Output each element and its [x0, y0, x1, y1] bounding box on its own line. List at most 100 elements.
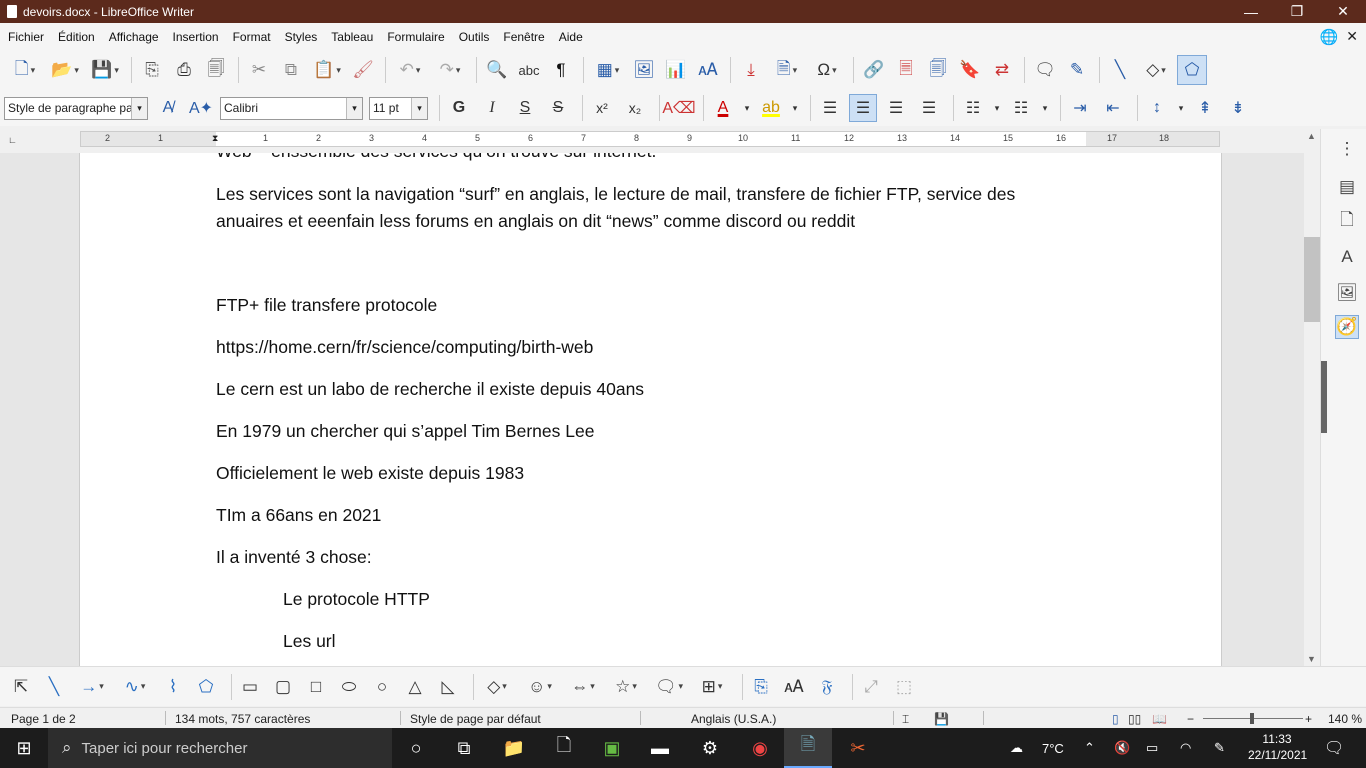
taskbar-search[interactable]: ⌕ Taper ici pour rechercher	[48, 728, 392, 768]
paragraph-style-combo[interactable]: Style de paragraphe par ▾	[4, 96, 148, 120]
font-size-combo[interactable]: 11 pt ▾	[369, 96, 428, 120]
sidebar-menu-icon[interactable]: ⋮	[1335, 137, 1359, 161]
line-icon[interactable]: ╲	[1105, 55, 1135, 85]
textbox-icon[interactable]: 🗚	[781, 674, 807, 700]
globe-icon[interactable]: 🌐	[1320, 28, 1339, 46]
track-changes-icon[interactable]: ✎	[1062, 55, 1092, 85]
highlight-color-icon[interactable]: ab	[757, 94, 785, 122]
circle-icon[interactable]: ○	[369, 674, 395, 700]
unordered-list-icon[interactable]: ☷	[959, 94, 987, 122]
doc-para-services-line1[interactable]: Les services sont la navigation “surf” e…	[216, 181, 1015, 208]
symbol-shapes-icon[interactable]: ☺	[522, 674, 558, 700]
comment-icon[interactable]: 🗨	[1030, 55, 1060, 85]
battery-icon[interactable]: ▭	[1146, 728, 1158, 768]
new-style-icon[interactable]: A✦	[187, 94, 215, 122]
save-icon[interactable]: 💾	[86, 55, 124, 85]
insert-image-icon[interactable]: 🖼	[629, 55, 659, 85]
draw-line-icon[interactable]: ╲	[41, 674, 67, 700]
scroll-up-icon[interactable]: ▲	[1307, 131, 1316, 141]
chevron-down-icon[interactable]: ▾	[1176, 94, 1186, 122]
hyperlink-icon[interactable]: 🔗	[859, 55, 889, 85]
word-count[interactable]: 134 mots, 757 caractères	[175, 712, 310, 726]
notifications-icon[interactable]: 🗨	[1324, 728, 1344, 768]
basic-shapes-icon[interactable]: ◇	[1137, 55, 1175, 85]
language[interactable]: Anglais (U.S.A.)	[691, 712, 776, 726]
insert-textbox-icon[interactable]: 🗚	[693, 55, 723, 85]
insert-caption-icon[interactable]: ⎘	[748, 674, 774, 700]
fontwork-icon[interactable]: 𝔉	[814, 674, 840, 700]
endnote-icon[interactable]: 🗐	[923, 55, 953, 85]
print-preview-icon[interactable]: 🗐	[201, 55, 231, 85]
square-icon[interactable]: □	[303, 674, 329, 700]
doc-line-web-definition[interactable]: Web – enssemble des services qu’on trouv…	[216, 153, 656, 165]
chevron-down-icon[interactable]: ▾	[1040, 94, 1050, 122]
underline-button[interactable]: S	[511, 94, 539, 122]
doc-para-cern[interactable]: Le cern est un labo de recherche il exis…	[216, 376, 644, 403]
font-color-icon[interactable]: A	[709, 94, 737, 122]
menu-aide[interactable]: Aide	[552, 30, 590, 44]
styles-icon[interactable]: A	[1335, 245, 1359, 269]
document-area[interactable]: Web – enssemble des services qu’on trouv…	[0, 153, 1304, 666]
font-name-combo[interactable]: Calibri ▾	[220, 96, 363, 120]
line-spacing-icon[interactable]: ↕	[1143, 94, 1171, 122]
book-view-icon[interactable]: 📖	[1152, 712, 1167, 726]
chrome-icon[interactable]: ◉	[736, 728, 784, 768]
menu-format[interactable]: Format	[226, 30, 278, 44]
export-pdf-icon[interactable]: ⎘	[137, 55, 167, 85]
bookmark-icon[interactable]: 🔖	[955, 55, 985, 85]
document-modified-icon[interactable]: 💾	[934, 712, 949, 726]
insert-chart-icon[interactable]: 📊	[661, 55, 691, 85]
windows-start-icon[interactable]: ⊞	[0, 728, 48, 768]
minimize-button[interactable]: —	[1228, 0, 1274, 23]
zoom-in-icon[interactable]: +	[1305, 712, 1312, 726]
close-window-button[interactable]: ✕	[1320, 0, 1366, 23]
toggle-point-edit-icon[interactable]: ⤢	[858, 674, 884, 700]
doc-para-url[interactable]: https://home.cern/fr/science/computing/b…	[216, 334, 593, 361]
doc-para-tim-age[interactable]: TIm a 66ans en 2021	[216, 502, 381, 529]
minecraft-icon[interactable]: ▣	[588, 728, 636, 768]
strikethrough-button[interactable]: S	[544, 94, 572, 122]
doc-para-ftp[interactable]: FTP+ file transfere protocole	[216, 292, 437, 319]
stars-icon[interactable]: ☆	[608, 674, 644, 700]
extrusion-icon[interactable]: ⬚	[891, 674, 917, 700]
print-icon[interactable]: ⎙	[169, 55, 199, 85]
chevron-down-icon[interactable]: ▾	[790, 94, 800, 122]
formatting-marks-icon[interactable]: ¶	[546, 55, 576, 85]
new-document-icon[interactable]: 🗋	[6, 55, 44, 85]
ellipse-icon[interactable]: ⬭	[336, 674, 362, 700]
menu-fichier[interactable]: Fichier	[0, 30, 51, 44]
doc-para-url-item[interactable]: Les url	[283, 628, 336, 655]
curve-icon[interactable]: ∿	[117, 674, 153, 700]
menu-fenetre[interactable]: Fenêtre	[496, 30, 551, 44]
zoom-out-icon[interactable]: −	[1187, 712, 1194, 726]
doc-para-services-line2[interactable]: anuaires et eeenfain less forums en angl…	[216, 208, 855, 235]
page-break-icon[interactable]: ⤓	[736, 55, 766, 85]
temperature[interactable]: 7°C	[1042, 728, 1064, 768]
maximize-button[interactable]: ❐	[1274, 0, 1320, 23]
subscript-button[interactable]: x₂	[621, 94, 649, 122]
properties-icon[interactable]: ▤	[1335, 175, 1359, 199]
chevron-down-icon[interactable]: ▾	[411, 97, 427, 119]
zoom-level[interactable]: 140 %	[1328, 712, 1362, 726]
page-icon[interactable]: 🗋	[1335, 209, 1359, 233]
libreoffice-writer-icon[interactable]: 🗎	[784, 728, 832, 768]
justify-icon[interactable]: ☰	[915, 94, 943, 122]
increase-indent-icon[interactable]: ⇥	[1066, 94, 1094, 122]
doc-para-official[interactable]: Officielement le web existe depuis 1983	[216, 460, 524, 487]
align-center-icon[interactable]: ☰	[849, 94, 877, 122]
find-replace-icon[interactable]: 🔍	[482, 55, 512, 85]
block-arrows-icon[interactable]: ⇔	[565, 674, 601, 700]
scroll-down-icon[interactable]: ▼	[1307, 654, 1316, 664]
footnote-icon[interactable]: 🗏	[891, 55, 921, 85]
align-right-icon[interactable]: ☰	[882, 94, 910, 122]
rectangle-icon[interactable]: ▭	[237, 674, 263, 700]
line-arrow-icon[interactable]: →	[74, 674, 110, 700]
chevron-down-icon[interactable]: ▾	[346, 97, 362, 119]
weather-icon[interactable]: ☁	[1010, 728, 1023, 768]
menu-outils[interactable]: Outils	[452, 30, 497, 44]
scrollbar-thumb[interactable]	[1304, 237, 1320, 322]
snipping-tool-icon[interactable]: ✂	[834, 728, 882, 768]
wifi-icon[interactable]: ◠	[1180, 728, 1191, 768]
chevron-down-icon[interactable]: ▾	[742, 94, 752, 122]
undo-icon[interactable]: ↶	[391, 55, 429, 85]
